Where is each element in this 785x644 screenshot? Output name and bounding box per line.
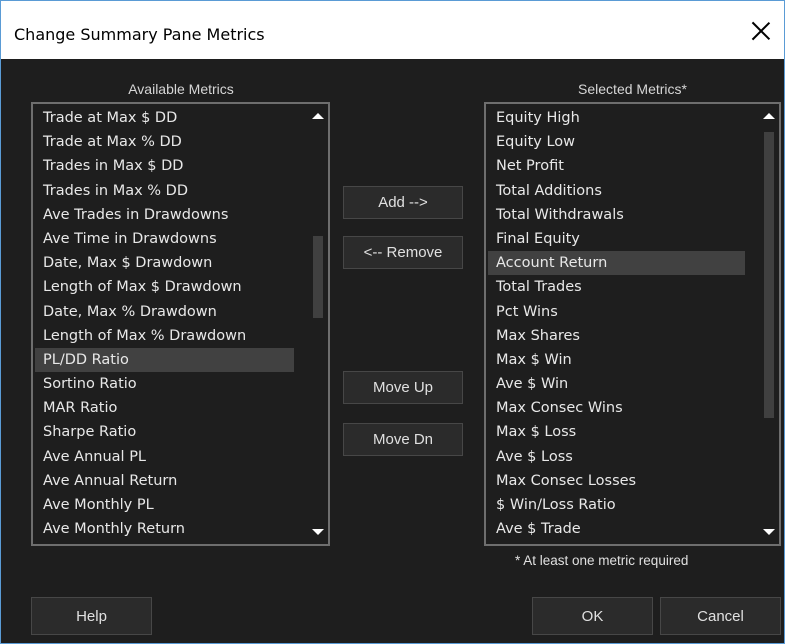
- scroll-thumb[interactable]: [764, 132, 774, 418]
- list-item[interactable]: Max Consec Losses: [488, 469, 745, 493]
- available-metrics-list[interactable]: Trade at Max $ DD Trade at Max % DD Trades…: [31, 102, 330, 546]
- list-item[interactable]: Ave Time in Drawdowns: [35, 227, 294, 251]
- list-item[interactable]: Ave $ Loss: [488, 445, 745, 469]
- scroll-down-arrow-icon[interactable]: [312, 529, 324, 535]
- available-metrics-heading: Available Metrics: [128, 81, 234, 97]
- scroll-up-arrow-icon[interactable]: [312, 113, 324, 119]
- list-item[interactable]: Final Equity: [488, 227, 745, 251]
- list-item[interactable]: Net Profit: [488, 154, 745, 178]
- list-item[interactable]: Length of Max $ Drawdown: [35, 275, 294, 299]
- list-item[interactable]: Trade at Max % DD: [35, 130, 294, 154]
- list-item[interactable]: Length of Max % Drawdown: [35, 324, 294, 348]
- list-item[interactable]: Ave Monthly PL: [35, 493, 294, 517]
- ok-button[interactable]: OK: [532, 597, 653, 635]
- move-down-button[interactable]: Move Dn: [343, 423, 463, 456]
- list-item[interactable]: Trades in Max $ DD: [35, 154, 294, 178]
- list-item[interactable]: Date, Max % Drawdown: [35, 300, 294, 324]
- selected-metrics-heading: Selected Metrics*: [578, 81, 687, 97]
- list-item[interactable]: Max Shares: [488, 324, 745, 348]
- list-item[interactable]: PL/DD Ratio: [35, 347, 294, 373]
- list-item[interactable]: Trades in Max % DD: [35, 179, 294, 203]
- list-item[interactable]: Account Return: [488, 251, 745, 276]
- list-item[interactable]: Sharpe Ratio: [35, 420, 294, 444]
- required-footnote: * At least one metric required: [515, 553, 689, 568]
- list-item[interactable]: Ave Trades in Drawdowns: [35, 203, 294, 227]
- list-item[interactable]: Equity Low: [488, 130, 745, 154]
- list-item[interactable]: Total Trades: [488, 275, 745, 299]
- list-item[interactable]: Ave Annual Return: [35, 469, 294, 493]
- list-item[interactable]: Total Additions: [488, 179, 745, 203]
- selected-metrics-scrollbar[interactable]: [759, 104, 779, 544]
- cancel-button[interactable]: Cancel: [660, 597, 781, 635]
- close-icon[interactable]: [750, 20, 772, 42]
- scroll-thumb[interactable]: [313, 236, 323, 318]
- available-metrics-items: Trade at Max $ DD Trade at Max % DD Trades…: [35, 106, 294, 541]
- list-item[interactable]: MAR Ratio: [35, 396, 294, 420]
- help-button[interactable]: Help: [31, 597, 152, 635]
- add-button[interactable]: Add -->: [343, 186, 463, 219]
- dialog-window: Change Summary Pane Metrics Available Me…: [0, 0, 785, 644]
- selected-metrics-list[interactable]: Equity High Equity Low Net Profit Total Add…: [484, 102, 781, 546]
- list-item[interactable]: Max Consec Wins: [488, 396, 745, 420]
- list-item[interactable]: Equity High: [488, 106, 745, 130]
- scroll-up-arrow-icon[interactable]: [763, 113, 775, 119]
- move-up-button[interactable]: Move Up: [343, 371, 463, 404]
- list-item[interactable]: Trade at Max $ DD: [35, 106, 294, 130]
- list-item[interactable]: Pct Wins: [488, 300, 745, 324]
- list-item[interactable]: Date, Max $ Drawdown: [35, 251, 294, 275]
- list-item[interactable]: Ave Monthly Return: [35, 517, 294, 541]
- selected-metrics-items: Equity High Equity Low Net Profit Total Add…: [488, 106, 745, 541]
- list-item[interactable]: $ Win/Loss Ratio: [488, 493, 745, 517]
- list-item[interactable]: Total Withdrawals: [488, 203, 745, 227]
- list-item[interactable]: Max $ Win: [488, 348, 745, 372]
- scroll-down-arrow-icon[interactable]: [763, 529, 775, 535]
- available-metrics-scrollbar[interactable]: [308, 104, 328, 544]
- list-item[interactable]: Ave $ Trade: [488, 517, 745, 541]
- list-item[interactable]: Ave Annual PL: [35, 445, 294, 469]
- dialog-title: Change Summary Pane Metrics: [14, 25, 265, 44]
- list-item[interactable]: Max $ Loss: [488, 420, 745, 444]
- list-item[interactable]: Sortino Ratio: [35, 372, 294, 396]
- title-bar: Change Summary Pane Metrics: [1, 1, 784, 59]
- remove-button[interactable]: <-- Remove: [343, 236, 463, 269]
- list-item[interactable]: Ave $ Win: [488, 372, 745, 396]
